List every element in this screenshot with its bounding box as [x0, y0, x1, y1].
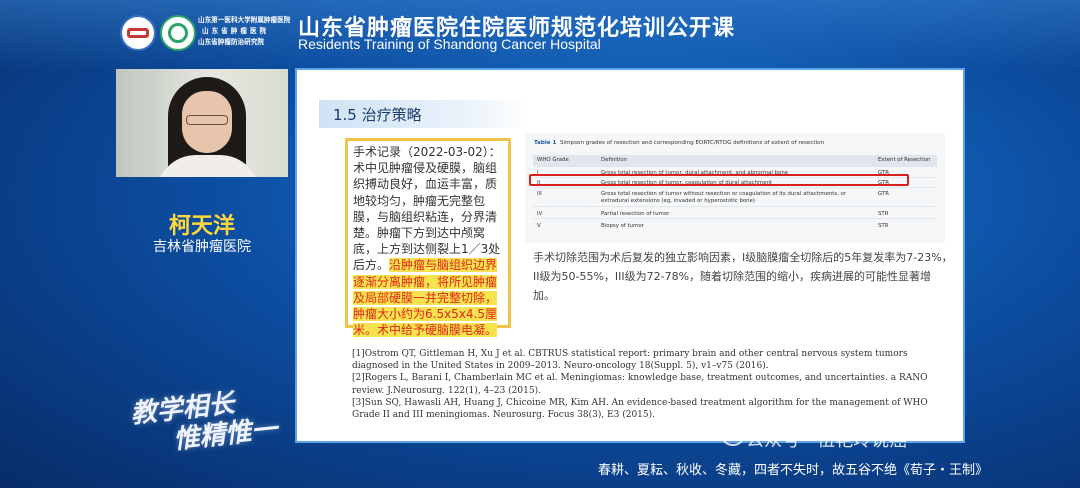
table-row: V Biopsy of tumor STR	[533, 221, 937, 230]
institution-line: 山东省肿瘤防治研究院	[198, 38, 264, 46]
table-cell: Gross total resection of tumor without r…	[601, 191, 847, 204]
table-row: III Gross total resection of tumor witho…	[533, 189, 937, 207]
reference-item: [2]Rogers L, Barani I, Chamberlain MC et…	[352, 373, 928, 396]
highlight-annotation-box	[529, 174, 909, 186]
reference-item: [1]Ostrom QT, Gittleman H, Xu J et al. C…	[352, 349, 908, 372]
table-header-row: WHO Grade Definition Extent of Resection	[533, 155, 937, 167]
reference-item: [3]Sun SQ, Hawasli AH, Huang J, Chicoine…	[352, 397, 928, 421]
table-caption-label: Table 1	[534, 140, 557, 146]
references: [1]Ostrom QT, Gittleman H, Xu J et al. C…	[352, 348, 932, 421]
table-header: Definition	[601, 157, 628, 163]
watermark: 公众号 · 伍艳玲说癌	[746, 430, 908, 451]
recurrence-summary: 手术切除范围为术后复发的独立影响因素，I级脑膜瘤全切除后的5年复发率为7-23%…	[533, 251, 953, 302]
table-cell: Partial resection of tumor	[601, 211, 670, 217]
table-cell: III	[537, 191, 542, 197]
hospital-logo-2	[160, 15, 196, 51]
table-header: Extent of Resection	[878, 157, 931, 163]
speaker-video	[116, 69, 288, 177]
footer-quote: 春耕、夏耘、秋收、冬藏，四者不失时，故五谷不绝《荀子・王制》	[598, 463, 989, 478]
presentation-slide: 1.5 治疗策略 手术记录（2022-03-02）：术中见肿瘤侵及硬膜，脑组织搏…	[295, 68, 965, 443]
section-title: 1.5 治疗策略	[333, 106, 422, 124]
table-cell: V	[537, 223, 541, 229]
surgery-record-text: 手术记录（2022-03-02）：术中见肿瘤侵及硬膜，脑组织搏动良好，血运丰富，…	[353, 145, 501, 273]
surgery-record-box: 手术记录（2022-03-02）：术中见肿瘤侵及硬膜，脑组织搏动良好，血运丰富，…	[345, 138, 511, 338]
hospital-logo-1	[120, 15, 156, 51]
table-caption: Table 1 Simpson grades of resection and …	[534, 140, 824, 146]
table-cell: IV	[537, 211, 543, 217]
institution-line: 山东省肿瘤医院	[202, 27, 270, 35]
table-cell: STR	[878, 211, 889, 217]
table-row: IV Partial resection of tumor STR	[533, 209, 937, 219]
institution-names: 山东第一医科大学附属肿瘤医院 山东省肿瘤医院 山东省肿瘤防治研究院	[198, 15, 294, 48]
table-cell: STR	[878, 223, 889, 229]
course-title-en: Residents Training of Shandong Cancer Ho…	[298, 36, 601, 52]
table-cell: GTR	[878, 191, 890, 197]
simpson-grade-table: Table 1 Simpson grades of resection and …	[525, 133, 945, 243]
table-caption-text: Simpson grades of resection and correspo…	[560, 140, 825, 146]
institution-line: 山东第一医科大学附属肿瘤医院	[198, 16, 291, 24]
speaker-organization: 吉林省肿瘤医院	[153, 239, 251, 255]
table-cell: Biopsy of tumor	[601, 223, 644, 229]
section-header: 1.5 治疗策略	[319, 100, 529, 128]
table-header: WHO Grade	[537, 157, 569, 163]
